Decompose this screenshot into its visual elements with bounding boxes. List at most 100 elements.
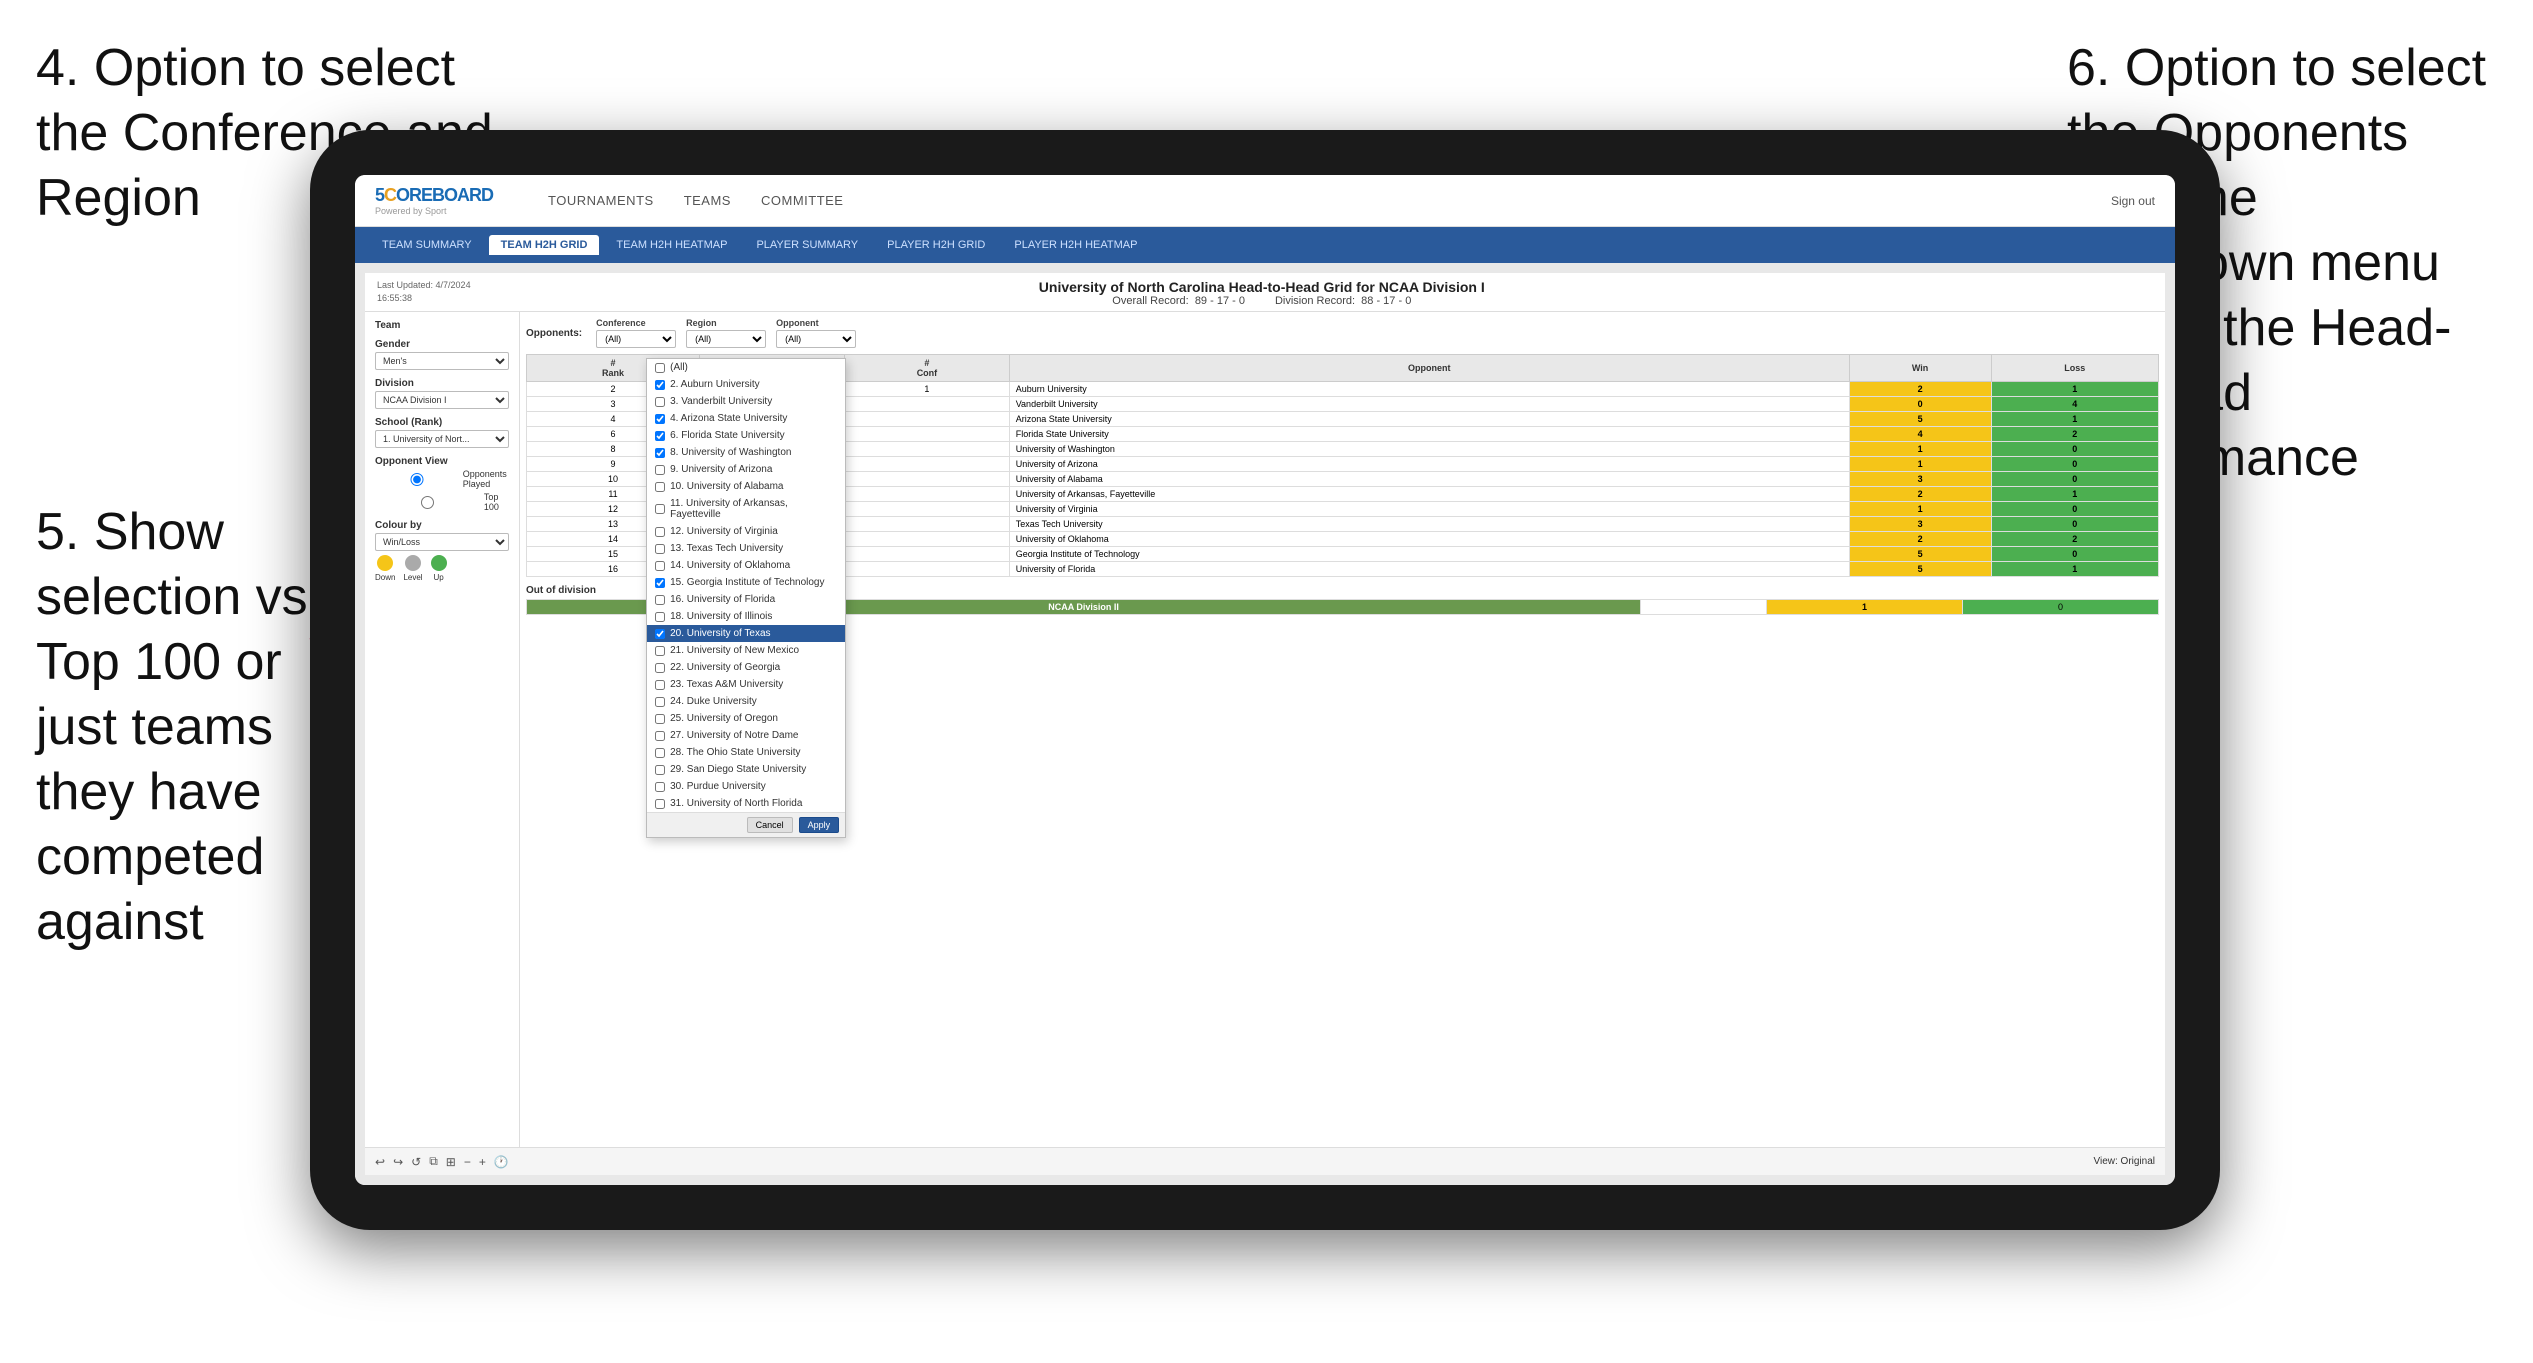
report-title-area: University of North Carolina Head-to-Hea… — [471, 279, 2053, 307]
dropdown-item[interactable]: 8. University of Washington — [647, 444, 845, 461]
colour-by-select[interactable]: Win/Loss — [375, 533, 509, 551]
clock-icon[interactable]: 🕐 — [494, 1155, 509, 1169]
opponents-played-radio[interactable]: Opponents Played — [375, 469, 509, 489]
opponent-filter-label: Opponent — [776, 318, 856, 328]
gender-select[interactable]: Men's — [375, 352, 509, 370]
grid-area: Opponents: Conference (All) Region — [520, 312, 2165, 1147]
dropdown-item[interactable]: 31. University of North Florida — [647, 795, 845, 812]
view-label: View: Original — [2093, 1156, 2155, 1167]
division-loss: 0 — [1963, 600, 2159, 615]
up-dot — [431, 555, 447, 571]
plus-icon[interactable]: + — [479, 1155, 486, 1169]
dot-level: Level — [403, 555, 422, 582]
opponent-filter-select[interactable]: (All) — [776, 330, 856, 348]
region-filter-label: Region — [686, 318, 766, 328]
region-filter-group: Region (All) — [686, 318, 766, 348]
colour-dots: Down Level Up — [375, 555, 509, 582]
apply-button[interactable]: Apply — [799, 817, 840, 833]
report-records: Overall Record: 89 - 17 - 0 Division Rec… — [471, 295, 2053, 307]
nav-tournaments[interactable]: TOURNAMENTS — [548, 193, 654, 208]
dot-down: Down — [375, 555, 395, 582]
dropdown-item[interactable]: 25. University of Oregon — [647, 710, 845, 727]
dropdown-item[interactable]: 3. Vanderbilt University — [647, 393, 845, 410]
subnav-player-h2h-heatmap[interactable]: PLAYER H2H HEATMAP — [1002, 235, 1149, 255]
division-select[interactable]: NCAA Division I — [375, 391, 509, 409]
dropdown-item[interactable]: 6. Florida State University — [647, 427, 845, 444]
redo-icon[interactable]: ↪ — [393, 1155, 403, 1169]
division-team-name — [1641, 600, 1767, 615]
colour-section: Colour by Win/Loss Down — [375, 520, 509, 582]
conference-filter-select[interactable]: (All) — [596, 330, 676, 348]
nav-committee[interactable]: COMMITTEE — [761, 193, 844, 208]
col-loss: Loss — [1991, 355, 2159, 382]
down-dot — [377, 555, 393, 571]
undo-icon[interactable]: ↩ — [375, 1155, 385, 1169]
nav-teams[interactable]: TEAMS — [684, 193, 731, 208]
subnav-player-h2h-grid[interactable]: PLAYER H2H GRID — [875, 235, 997, 255]
team-label: Team — [375, 320, 509, 331]
division-label: Division — [375, 378, 509, 389]
app-header: 5COREBOARD Powered by Sport TOURNAMENTS … — [355, 175, 2175, 227]
dropdown-item[interactable]: 28. The Ohio State University — [647, 744, 845, 761]
dropdown-items-list: (All) 2. Auburn University 3. Vanderbilt… — [647, 359, 845, 812]
report-body: Team Gender Men's Division NCAA Division… — [365, 312, 2165, 1147]
subnav-team-h2h-grid[interactable]: TEAM H2H GRID — [489, 235, 600, 255]
tablet-screen: 5COREBOARD Powered by Sport TOURNAMENTS … — [355, 175, 2175, 1185]
gender-label: Gender — [375, 339, 509, 350]
report-header: Last Updated: 4/7/2024 16:55:38 Universi… — [365, 273, 2165, 312]
dropdown-item[interactable]: 14. University of Oklahoma — [647, 557, 845, 574]
cancel-button[interactable]: Cancel — [747, 817, 793, 833]
dropdown-item[interactable]: 16. University of Florida — [647, 591, 845, 608]
dropdown-item[interactable]: 21. University of New Mexico — [647, 642, 845, 659]
toolbar: ↩ ↪ ↺ ⧉ ⊞ − + 🕐 View: Original — [365, 1147, 2165, 1175]
tablet-frame: 5COREBOARD Powered by Sport TOURNAMENTS … — [310, 130, 2220, 1230]
region-filter-select[interactable]: (All) — [686, 330, 766, 348]
main-content: Last Updated: 4/7/2024 16:55:38 Universi… — [355, 263, 2175, 1185]
subnav-team-summary[interactable]: TEAM SUMMARY — [370, 235, 484, 255]
school-label: School (Rank) — [375, 417, 509, 428]
colour-by-label: Colour by — [375, 520, 509, 531]
dropdown-item[interactable]: 27. University of Notre Dame — [647, 727, 845, 744]
subnav-player-summary[interactable]: PLAYER SUMMARY — [744, 235, 870, 255]
sign-out-link[interactable]: Sign out — [2111, 194, 2155, 208]
dropdown-item[interactable]: 4. Arizona State University — [647, 410, 845, 427]
opponent-filter-group: Opponent (All) (All) 2. Auburn Universit… — [776, 318, 856, 348]
nav-menu: TOURNAMENTS TEAMS COMMITTEE — [548, 193, 2111, 208]
minus-icon[interactable]: − — [464, 1155, 471, 1169]
opponent-dropdown-panel[interactable]: (All) 2. Auburn University 3. Vanderbilt… — [646, 358, 846, 838]
refresh-icon[interactable]: ↺ — [411, 1155, 421, 1169]
copy-icon[interactable]: ⧉ — [429, 1154, 438, 1169]
level-dot — [405, 555, 421, 571]
dot-up: Up — [431, 555, 447, 582]
opponent-view-label: Opponent View — [375, 456, 509, 467]
dropdown-item[interactable]: (All) — [647, 359, 845, 376]
dropdown-item[interactable]: 10. University of Alabama — [647, 478, 845, 495]
dropdown-item[interactable]: 23. Texas A&M University — [647, 676, 845, 693]
top-100-radio[interactable]: Top 100 — [375, 492, 509, 512]
dropdown-item[interactable]: 11. University of Arkansas, Fayetteville — [647, 495, 845, 523]
dropdown-item[interactable]: 18. University of Illinois — [647, 608, 845, 625]
filter-row: Opponents: Conference (All) Region — [526, 318, 2159, 348]
conference-filter-group: Conference (All) — [596, 318, 676, 348]
dropdown-item[interactable]: 13. Texas Tech University — [647, 540, 845, 557]
dropdown-item[interactable]: 15. Georgia Institute of Technology — [647, 574, 845, 591]
logo: 5COREBOARD — [375, 185, 493, 206]
dropdown-item[interactable]: 12. University of Virginia — [647, 523, 845, 540]
last-updated: Last Updated: 4/7/2024 16:55:38 — [377, 279, 471, 304]
col-conf: #Conf — [845, 355, 1010, 382]
dropdown-item[interactable]: 2. Auburn University — [647, 376, 845, 393]
dropdown-item[interactable]: 29. San Diego State University — [647, 761, 845, 778]
dropdown-item[interactable]: 24. Duke University — [647, 693, 845, 710]
conference-filter-label: Conference — [596, 318, 676, 328]
dropdown-item[interactable]: 22. University of Georgia — [647, 659, 845, 676]
school-select[interactable]: 1. University of Nort... — [375, 430, 509, 448]
dropdown-item[interactable]: 20. University of Texas — [647, 625, 845, 642]
report-title: University of North Carolina Head-to-Hea… — [471, 279, 2053, 295]
subnav-team-h2h-heatmap[interactable]: TEAM H2H HEATMAP — [604, 235, 739, 255]
logo-sub: Powered by Sport — [375, 206, 523, 216]
dropdown-item[interactable]: 30. Purdue University — [647, 778, 845, 795]
dropdown-item[interactable]: 9. University of Arizona — [647, 461, 845, 478]
dropdown-actions: Cancel Apply — [647, 812, 845, 837]
grid-icon[interactable]: ⊞ — [446, 1155, 456, 1169]
sub-nav: TEAM SUMMARY TEAM H2H GRID TEAM H2H HEAT… — [355, 227, 2175, 263]
